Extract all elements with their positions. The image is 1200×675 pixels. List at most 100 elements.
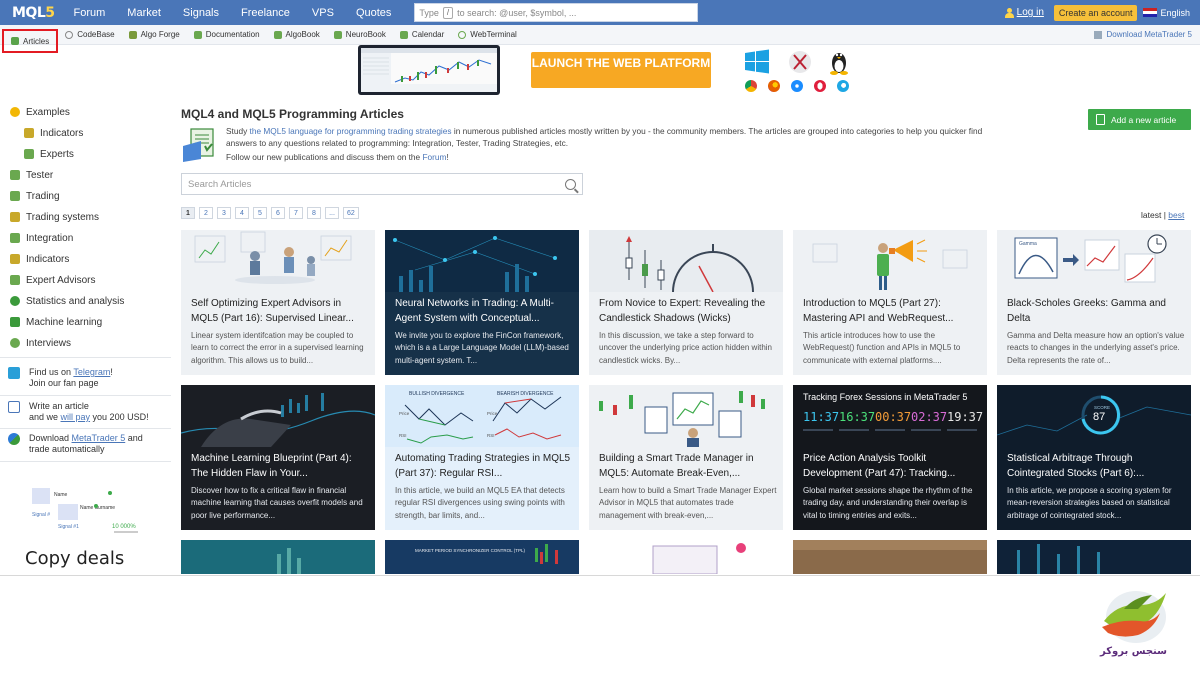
- promo-download-mt5[interactable]: Download MetaTrader 5 and trade automati…: [8, 433, 143, 455]
- subnav-neurobook[interactable]: NeuroBook: [327, 25, 393, 45]
- nav-forum[interactable]: Forum: [63, 7, 117, 19]
- article-title[interactable]: Introduction to MQL5 (Part 27): Masterin…: [803, 296, 979, 326]
- article-card[interactable]: Neural Networks in Trading: A Multi-Agen…: [385, 230, 579, 375]
- will-pay-link[interactable]: will pay: [61, 412, 91, 422]
- search-icon[interactable]: [565, 178, 576, 190]
- nav-signals[interactable]: Signals: [172, 7, 230, 19]
- article-card[interactable]: Building a Smart Trade Manager in MQL5: …: [589, 385, 783, 530]
- launch-web-platform-button[interactable]: LAUNCH THE WEB PLATFORM: [531, 52, 711, 88]
- web-platform-banner[interactable]: LAUNCH THE WEB PLATFORM: [0, 45, 1200, 97]
- sidebar-item-indicators[interactable]: Indicators: [10, 252, 69, 266]
- article-card[interactable]: From Novice to Expert: Revealing the Can…: [589, 230, 783, 375]
- sidebar-item-trading-systems[interactable]: Trading systems: [10, 210, 99, 224]
- article-thumbnail: Tracking Forex Sessions in MetaTrader 5 …: [793, 385, 987, 447]
- article-card[interactable]: Gamma Black-Scholes Greeks: Gamma and De…: [997, 230, 1191, 375]
- sidebar-item-label: Examples: [26, 106, 70, 118]
- article-title[interactable]: Self Optimizing Expert Advisors in MQL5 …: [191, 296, 367, 326]
- sidebar-item-integration[interactable]: Integration: [10, 231, 73, 245]
- sort-best[interactable]: best: [1168, 210, 1184, 220]
- article-thumbnail-partial[interactable]: [181, 540, 375, 574]
- search-hint-pre: Type: [419, 7, 439, 18]
- broker-brand-text: سنجس بروکر: [1100, 646, 1167, 657]
- nav-market[interactable]: Market: [116, 7, 172, 19]
- intro-line2-post: !: [446, 152, 449, 162]
- sidebar-item-trading[interactable]: Trading: [10, 189, 60, 203]
- promo-write-text: Write an article and we will pay you 200…: [29, 401, 149, 423]
- subnav-algobook[interactable]: AlgoBook: [267, 25, 327, 45]
- page-1[interactable]: 1: [181, 207, 195, 219]
- windows-icon: [745, 49, 769, 74]
- article-card[interactable]: Introduction to MQL5 (Part 27): Masterin…: [793, 230, 987, 375]
- article-title[interactable]: Building a Smart Trade Manager in MQL5: …: [599, 451, 775, 481]
- subnav-documentation[interactable]: Documentation: [187, 25, 267, 45]
- nav-freelance[interactable]: Freelance: [230, 7, 301, 19]
- article-title[interactable]: Automating Trading Strategies in MQL5 (P…: [395, 451, 571, 481]
- subnav-webterminal[interactable]: WebTerminal: [451, 25, 524, 45]
- article-thumbnail: Gamma: [997, 230, 1191, 292]
- download-metatrader-link[interactable]: Download MetaTrader 5: [1094, 30, 1200, 39]
- article-title[interactable]: Statistical Arbitrage Through Cointegrat…: [1007, 451, 1183, 481]
- page-8[interactable]: 8: [307, 207, 321, 219]
- sidebar-item-tester[interactable]: Tester: [10, 168, 53, 182]
- articles-intro-icon: [183, 128, 214, 162]
- article-thumbnail-partial[interactable]: MARKET PERIOD SYNCHRONIZER CONTROL (TPL): [385, 540, 579, 574]
- page-6[interactable]: 6: [271, 207, 285, 219]
- nav-vps[interactable]: VPS: [301, 7, 345, 19]
- sidebar-item-machine-learning[interactable]: Machine learning: [10, 315, 102, 329]
- page-7[interactable]: 7: [289, 207, 303, 219]
- page-2[interactable]: 2: [199, 207, 213, 219]
- sidebar-item-expert-advisors[interactable]: Expert Advisors: [10, 273, 95, 287]
- rsi-label-right: RSI: [487, 433, 495, 438]
- page-3[interactable]: 3: [217, 207, 231, 219]
- article-thumbnail-partial[interactable]: [793, 540, 987, 574]
- article-card[interactable]: Tracking Forex Sessions in MetaTrader 5 …: [793, 385, 987, 530]
- sidebar-item-examples-indicators[interactable]: Indicators: [24, 126, 83, 140]
- clock-5: 19:37: [947, 410, 983, 424]
- article-thumbnail-partial[interactable]: [997, 540, 1191, 574]
- metatrader5-link[interactable]: MetaTrader 5: [72, 433, 126, 443]
- add-new-article-button[interactable]: Add a new article: [1088, 109, 1191, 130]
- article-card[interactable]: SCORE 87 Statistical Arbitrage Through C…: [997, 385, 1191, 530]
- article-title[interactable]: From Novice to Expert: Revealing the Can…: [599, 296, 775, 326]
- promo-telegram[interactable]: Find us on Telegram! Join our fan page: [8, 367, 113, 389]
- sidebar-divider: [0, 428, 171, 429]
- subnav-documentation-label: Documentation: [205, 30, 260, 39]
- sidebar-item-statistics[interactable]: Statistics and analysis: [10, 294, 124, 308]
- page-4[interactable]: 4: [235, 207, 249, 219]
- page-ellipsis[interactable]: ...: [325, 207, 339, 219]
- write-article-icon: [8, 401, 20, 413]
- promo-write-article[interactable]: Write an article and we will pay you 200…: [8, 401, 149, 423]
- secondary-nav: Articles CodeBase Algo Forge Documentati…: [0, 25, 1200, 53]
- article-card[interactable]: BULLISH DIVERGENCE BEARISH DIVERGENCE Pr…: [385, 385, 579, 530]
- search-articles-input[interactable]: Search Articles: [181, 173, 583, 195]
- subnav-codebase[interactable]: CodeBase: [58, 25, 121, 45]
- subnav-algo-forge[interactable]: Algo Forge: [122, 25, 187, 45]
- logo-text: MQL5: [12, 4, 55, 21]
- article-title[interactable]: Black-Scholes Greeks: Gamma and Delta: [1007, 296, 1183, 326]
- page-last[interactable]: 62: [343, 207, 359, 219]
- article-title[interactable]: Machine Learning Blueprint (Part 4): The…: [191, 451, 367, 481]
- site-search-input[interactable]: Type / to search: @user, $symbol, ...: [414, 3, 699, 22]
- login-link[interactable]: Log in: [1004, 7, 1044, 18]
- sidebar-item-label: Expert Advisors: [26, 274, 96, 286]
- nav-quotes[interactable]: Quotes: [345, 7, 402, 19]
- create-account-button[interactable]: Create an account: [1053, 4, 1138, 21]
- sidebar-item-examples[interactable]: Examples: [10, 105, 70, 119]
- sidebar-item-examples-experts[interactable]: Experts: [24, 147, 74, 161]
- article-title[interactable]: Price Action Analysis Toolkit Developmen…: [803, 451, 979, 481]
- mql5-logo[interactable]: MQL5: [4, 0, 63, 25]
- sort-latest[interactable]: latest: [1141, 210, 1161, 220]
- subnav-calendar[interactable]: Calendar: [393, 25, 451, 45]
- language-selector[interactable]: English: [1143, 8, 1190, 18]
- mql5-language-link[interactable]: the MQL5 language for programming tradin…: [250, 126, 452, 136]
- main-nav: Forum Market Signals Freelance VPS Quote…: [63, 0, 403, 25]
- sidebar-item-interviews[interactable]: Interviews: [10, 336, 71, 350]
- article-card[interactable]: Machine Learning Blueprint (Part 4): The…: [181, 385, 375, 530]
- article-title[interactable]: Neural Networks in Trading: A Multi-Agen…: [395, 296, 571, 326]
- page-5[interactable]: 5: [253, 207, 267, 219]
- article-thumbnail-partial[interactable]: [589, 540, 783, 574]
- promo-download-pre: Download: [29, 433, 72, 443]
- forum-link[interactable]: Forum: [422, 152, 446, 162]
- article-card[interactable]: Self Optimizing Expert Advisors in MQL5 …: [181, 230, 375, 375]
- telegram-link[interactable]: Telegram: [73, 367, 110, 377]
